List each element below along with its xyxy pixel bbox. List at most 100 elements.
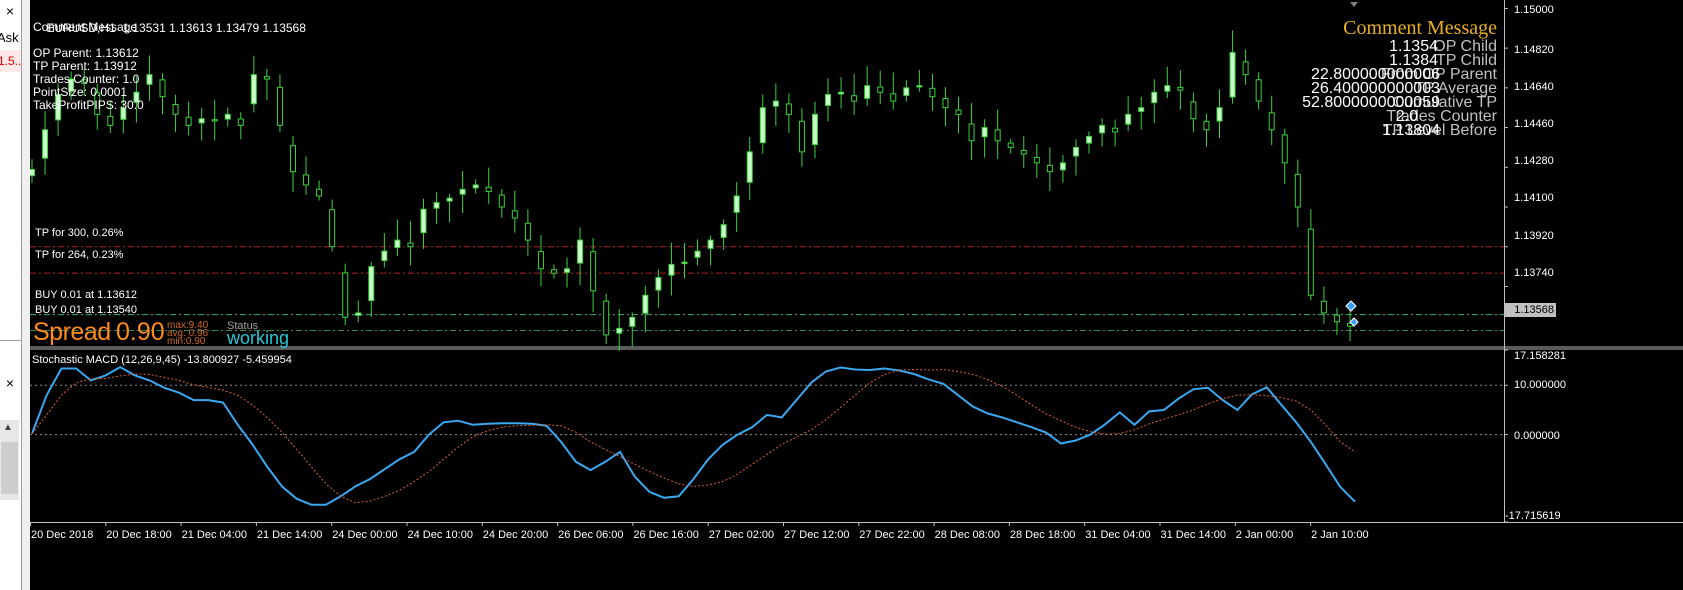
buy-marker-icon (1345, 300, 1357, 312)
time-tick-label: 26 Dec 06:00 (558, 529, 623, 541)
candle-body (1177, 86, 1184, 91)
indicator-tick: 17.158281 (1514, 350, 1566, 362)
time-tick-label: 27 Dec 12:00 (784, 529, 849, 541)
comment-message-title: Comment Message (1343, 17, 1497, 39)
candle-body (1086, 135, 1093, 144)
candle-body (1125, 113, 1132, 125)
candle-body (30, 168, 35, 177)
candle-body (198, 118, 205, 124)
ask-column-header[interactable]: Ask (0, 30, 19, 45)
candle-body (890, 93, 897, 102)
info-trades-counter: Trades Counter: 1.0 (33, 72, 140, 86)
info-tp-parent: TP Parent: 1.13912 (33, 59, 137, 73)
candle-body (276, 86, 283, 126)
candle-body (185, 116, 192, 126)
candle-body (368, 266, 375, 302)
candle-body (1294, 173, 1301, 208)
price-tick: 1.14280 (1514, 155, 1554, 167)
candle-body (1059, 162, 1066, 171)
candle-body (864, 85, 871, 99)
time-tick-label: 31 Dec 04:00 (1085, 529, 1150, 541)
candle-body (720, 224, 727, 238)
candle-body (759, 107, 766, 144)
ohlc-values: 1.13531 1.13613 1.13479 1.13568 (122, 21, 306, 35)
candle-body (981, 127, 988, 138)
time-tick-label: 2 Jan 10:00 (1311, 529, 1369, 541)
signal-line (31, 368, 1356, 504)
candle-body (616, 327, 623, 334)
candle-body (707, 239, 714, 249)
candle-body (1138, 107, 1145, 112)
comment-line: Comment Message (33, 20, 138, 34)
candle-body (994, 129, 1001, 142)
candle-body (838, 91, 845, 95)
candle-body (916, 85, 923, 88)
candle-body (394, 239, 401, 249)
market-watch-panel: × Ask 1.5... × ▲ (0, 0, 22, 590)
ask-price-cell: 1.5... (0, 54, 22, 68)
indicator-tick: 0.000000 (1514, 430, 1560, 442)
candle-body (942, 98, 949, 109)
candle-body (211, 119, 218, 122)
candle-body (303, 174, 310, 186)
info-op-parent: OP Parent: 1.13612 (33, 46, 139, 60)
candle-body (420, 208, 427, 234)
candle-body (851, 95, 858, 102)
spread-min: min:0.90 (167, 336, 206, 347)
candle-body (955, 109, 962, 115)
candle-body (1072, 146, 1079, 157)
candle-body (263, 76, 270, 80)
current-price-tag: 1.13568 (1505, 303, 1556, 317)
time-tick-label: 24 Dec 10:00 (408, 529, 473, 541)
candle-body (877, 86, 884, 93)
value-tp-level-before: 1.13804 (1382, 122, 1440, 139)
candle-body (550, 269, 557, 274)
stoch-macd-line (31, 365, 1356, 506)
candle-body (407, 242, 414, 248)
time-tick-label: 26 Dec 16:00 (633, 529, 698, 541)
candle-body (811, 113, 818, 146)
candle-body (1242, 61, 1249, 76)
candle-body (446, 197, 453, 202)
candle-body (159, 79, 166, 98)
chart-window[interactable]: 20 Dec 2018 20 Dec 18:00 21 Dec 04:00 21 De… (30, 0, 1683, 590)
candle-body (511, 210, 518, 219)
candle-body (1255, 79, 1262, 102)
level-label-buy2: BUY 0.01 at 1.13540 (35, 304, 137, 316)
candle-body (629, 316, 636, 327)
candle-body (498, 194, 505, 208)
candle-body (172, 103, 179, 115)
indicator-tick: 10.000000 (1514, 379, 1566, 391)
candle-body (472, 184, 479, 189)
candle-body (1320, 300, 1327, 314)
candle-body (785, 103, 792, 115)
candle-body (825, 93, 832, 106)
candle-body (524, 222, 531, 241)
time-tick-label: 21 Dec 04:00 (182, 529, 247, 541)
candle-body (564, 268, 571, 273)
scroll-up-arrow-icon[interactable]: ▲ (3, 422, 13, 433)
candle-body (694, 250, 701, 258)
scrollbar-thumb[interactable] (1, 442, 18, 494)
time-tick-label: 28 Dec 18:00 (1010, 529, 1075, 541)
time-tick-label: 21 Dec 14:00 (257, 529, 322, 541)
info-point-size: PointSize: 0.0001 (33, 85, 128, 99)
candle-body (1307, 228, 1314, 296)
candle-body (1281, 134, 1288, 164)
level-label-tp264: TP for 264, 0.23% (35, 249, 124, 261)
candle-body (798, 120, 805, 153)
candle-body (289, 145, 296, 173)
close-icon[interactable]: × (2, 3, 18, 19)
price-tick: 1.13740 (1514, 267, 1554, 279)
close-icon[interactable]: × (2, 375, 18, 391)
candle-body (1007, 142, 1014, 148)
candle-body (316, 188, 323, 197)
time-tick-label: 24 Dec 00:00 (332, 529, 397, 541)
candle-body (929, 87, 936, 98)
candle-body (42, 129, 49, 159)
candle-body (107, 115, 114, 126)
level-label-tp300: TP for 300, 0.26% (35, 227, 124, 239)
candle-body (433, 202, 440, 209)
candle-body (1164, 85, 1171, 92)
spread-label: Spread (33, 318, 111, 346)
